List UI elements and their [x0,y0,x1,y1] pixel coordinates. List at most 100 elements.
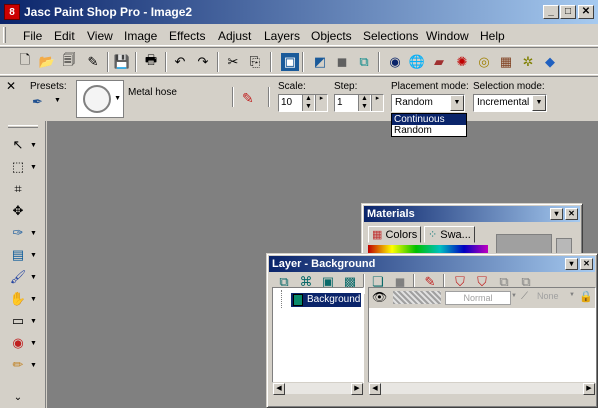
tool-flyout-arrow[interactable]: ▼ [30,362,37,369]
copy-icon[interactable]: ⎘ [246,53,264,71]
tool-flyout-arrow[interactable]: ▼ [30,230,37,237]
undo-icon[interactable]: ↶ [171,53,189,71]
menu-file[interactable]: File [23,29,42,43]
save-icon[interactable]: 💾 [113,53,131,71]
selection-icon[interactable]: ◩ [311,53,329,71]
blend-mode-select[interactable]: Normal [445,291,511,305]
paint-brush-tool-icon[interactable]: 🖌 [8,268,28,286]
tool-flyout-arrow[interactable]: ▼ [30,142,37,149]
visibility-eye-icon[interactable]: 👁 [372,290,387,304]
new-file-icon[interactable]: 🗋 [16,52,34,71]
layer-title-bar[interactable]: Layer - Background ▾ ✕ [269,256,595,272]
scroll-left-arrow[interactable]: ◀ [369,383,381,395]
pen-tool-icon[interactable]: ✏ [8,356,28,374]
gem-icon[interactable]: ◆ [541,53,559,71]
tool-flyout-arrow[interactable]: ▼ [30,274,37,281]
placement-mode-select[interactable]: Random ▼ [391,94,465,112]
scroll-right-arrow[interactable]: ▶ [351,383,363,395]
cut-icon[interactable]: ✂ [224,53,242,71]
pick-tool-icon[interactable]: ↖ [8,136,28,154]
minimize-button[interactable]: _ [543,5,559,19]
menu-image[interactable]: Image [124,29,157,43]
image-icon[interactable]: ▰ [430,53,448,71]
menu-view[interactable]: View [87,29,113,43]
redo-icon[interactable]: ↷ [194,53,212,71]
crop-tool-icon[interactable]: ⌗ [8,180,28,198]
step-input[interactable]: 1 ▲ ▼ ▸ [334,94,384,112]
globe-icon[interactable]: 🌐 [408,53,426,71]
dodge-tool-icon[interactable]: ✋ [8,290,28,308]
dropdown-option-random[interactable]: Random [392,125,466,136]
clone-tool-icon[interactable]: ▤ [8,246,28,264]
placement-dropdown-arrow[interactable]: ▼ [450,95,464,111]
lock-icon[interactable]: 🔒 [579,290,593,303]
scan-icon[interactable]: ✎ [84,53,102,71]
layer-close-button[interactable]: ✕ [580,258,593,270]
open-folder-icon[interactable]: 📂 [38,53,56,71]
menu-effects[interactable]: Effects [169,29,205,43]
layer-properties-scrollbar[interactable]: ◀ ▶ [369,382,595,395]
scroll-right-arrow[interactable]: ▶ [583,383,595,395]
browse-icon[interactable]: 🗐 [60,52,78,71]
menubar-grip[interactable] [3,27,6,43]
pattern-icon[interactable]: ✲ [519,53,537,71]
step-slider-icon[interactable]: ▸ [371,95,383,111]
selection-mode-select[interactable]: Incremental ▼ [473,94,547,112]
preset-brush-icon[interactable]: ✒ [32,94,43,110]
selection-tool-icon[interactable]: ⬚ [8,158,28,176]
materials-close-button[interactable]: ✕ [565,208,578,220]
tool-flyout-arrow[interactable]: ▼ [30,340,37,347]
layer-row-background[interactable]: Background [291,293,361,307]
move-tool-icon[interactable]: ✥ [8,202,28,220]
layer-pin-button[interactable]: ▾ [565,258,578,270]
effect-icon[interactable]: ✺ [453,53,471,71]
brush-dropdown-arrow[interactable]: ▼ [114,95,121,102]
menu-objects[interactable]: Objects [311,29,352,43]
menu-adjust[interactable]: Adjust [218,29,251,43]
palette-icon[interactable]: ◉ [386,53,404,71]
mask-mode[interactable]: None [537,291,559,301]
menu-help[interactable]: Help [480,29,505,43]
toolbox-grip[interactable] [8,125,38,128]
dropper-tool-icon[interactable]: ✑ [8,224,28,242]
flood-fill-tool-icon[interactable]: ◉ [8,334,28,352]
scroll-left-arrow[interactable]: ◀ [273,383,285,395]
menu-selections[interactable]: Selections [363,29,418,43]
crop-icon[interactable]: ▣ [281,53,299,71]
scale-slider-icon[interactable]: ▸ [315,95,327,111]
layer-tree-scrollbar[interactable]: ◀ ▶ [273,382,363,395]
menu-layers[interactable]: Layers [264,29,300,43]
menu-edit[interactable]: Edit [54,29,75,43]
app-icon[interactable]: 8 [4,4,20,20]
texture-icon[interactable]: ▦ [497,53,515,71]
mask-dropdown-arrow[interactable]: ▼ [569,292,575,298]
step-spinner[interactable]: ▲ ▼ [358,95,370,111]
maximize-button[interactable]: □ [560,5,576,19]
tab-swatches[interactable]: ⁘ Swa... [424,226,475,243]
materials-title-bar[interactable]: Materials ▾ ✕ [364,206,580,222]
print-icon[interactable]: 🖶 [142,52,160,71]
close-icon[interactable]: ✕ [6,79,16,93]
paint-tool-icon[interactable]: ✎ [242,90,254,107]
eraser-tool-icon[interactable]: ▭ [8,312,28,330]
scale-spinner[interactable]: ▲ ▼ [302,95,314,111]
background-swatch[interactable] [556,238,572,254]
tool-flyout-arrow[interactable]: ▼ [30,164,37,171]
defloat-icon[interactable]: ⧉ [355,53,373,71]
brush-preview[interactable]: ▼ [76,80,124,118]
tab-colors[interactable]: ▦ Colors [368,226,422,243]
scale-input[interactable]: 10 ▲ ▼ ▸ [278,94,328,112]
more-tools-chevron-icon[interactable]: ⌄ [8,389,28,407]
materials-pin-button[interactable]: ▾ [550,208,563,220]
tool-flyout-arrow[interactable]: ▼ [30,296,37,303]
selection-dropdown-arrow[interactable]: ▼ [532,95,546,111]
tool-flyout-arrow[interactable]: ▼ [30,252,37,259]
preset-dropdown-arrow[interactable]: ▼ [54,97,61,104]
float-icon[interactable]: ◼ [333,53,351,71]
opacity-slider[interactable] [393,291,441,304]
menu-window[interactable]: Window [426,29,469,43]
tool-flyout-arrow[interactable]: ▼ [30,318,37,325]
spiral-icon[interactable]: ◎ [475,53,493,71]
blend-dropdown-arrow[interactable]: ▼ [511,293,517,299]
lock-transparency-icon[interactable]: ⟋ [521,291,528,302]
